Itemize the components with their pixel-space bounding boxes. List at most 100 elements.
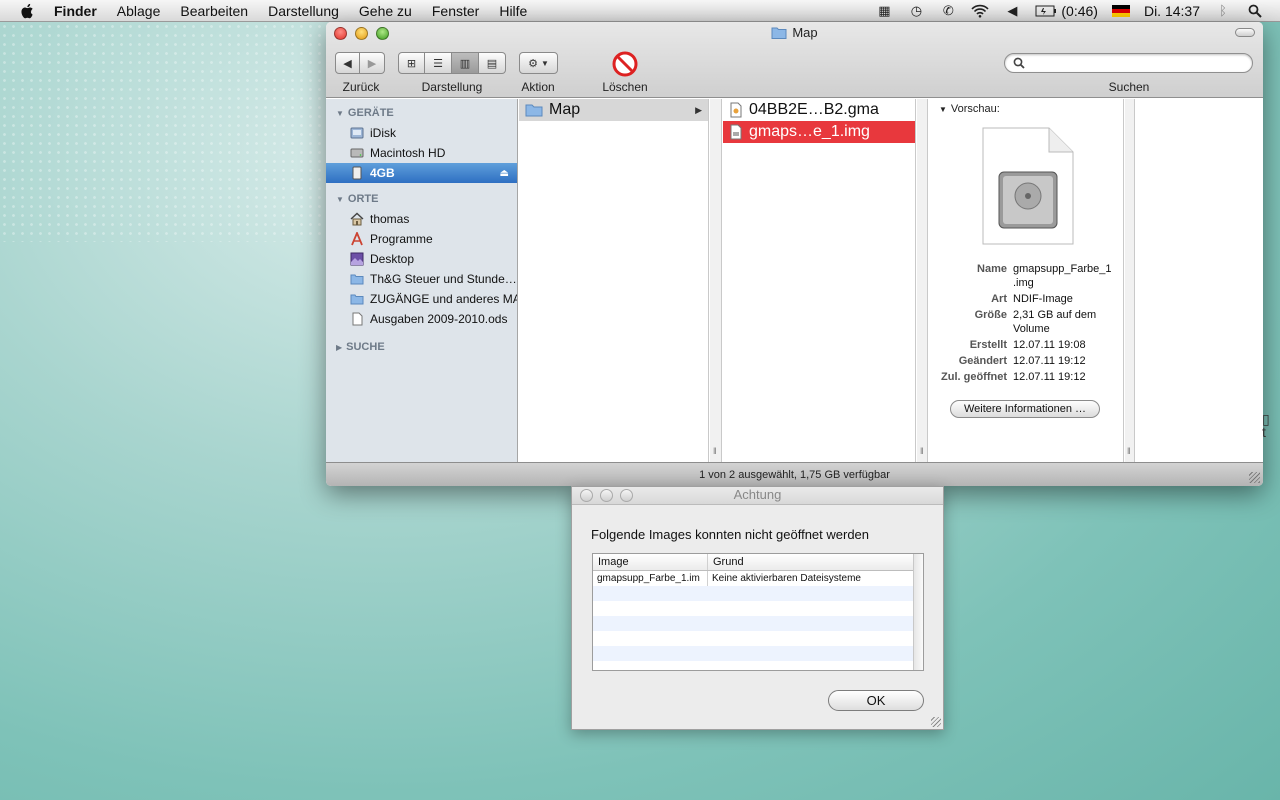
gear-icon: ⚙ (528, 57, 538, 70)
dialog-titlebar: Achtung (572, 487, 943, 505)
menu-finder[interactable]: Finder (54, 3, 107, 19)
search-label: Suchen (1108, 80, 1150, 94)
eject-icon[interactable]: ⏏ (500, 168, 509, 179)
menu-ablage[interactable]: Ablage (107, 3, 171, 19)
disclosure-triangle-right-icon: ▶ (336, 342, 343, 352)
sidebar-item-zugaenge[interactable]: ZUGÄNGE und anderes MAC (326, 289, 517, 309)
disclosure-triangle-icon: ▼ (939, 104, 947, 114)
time-machine-icon[interactable]: ◷ (907, 3, 925, 18)
sidebar-item-4gb[interactable]: 4GB ⏏ (326, 163, 517, 183)
table-header: Image Grund (593, 554, 923, 571)
preview-column: ▼ Vorschau: Name gmapsupp_Farbe_1 .img Art… (929, 99, 1124, 462)
column-divider[interactable] (1125, 99, 1135, 462)
sidebar-header-search[interactable]: ▶ SUCHE (326, 337, 517, 357)
table-cell: gmapsupp_Farbe_1.im (593, 571, 708, 586)
menu-gehe-zu[interactable]: Gehe zu (349, 3, 422, 19)
table-row-empty (593, 586, 923, 601)
wifi-icon[interactable] (971, 4, 989, 18)
search-input[interactable] (1029, 56, 1229, 70)
column-item-img-file[interactable]: gmaps…e_1.img (723, 121, 915, 143)
bluetooth-icon[interactable]: ᛒ (1214, 3, 1232, 18)
toolbar-toggle-button[interactable] (1235, 28, 1255, 37)
desktop-icon (350, 252, 364, 266)
sidebar-item-macintosh-hd[interactable]: Macintosh HD (326, 143, 517, 163)
sidebar-header-places[interactable]: ▼ ORTE (326, 189, 517, 209)
desktop-item-edge: ▯ t (1262, 411, 1270, 440)
info-key: Zul. geöffnet (941, 371, 1007, 383)
table-row-empty (593, 646, 923, 661)
usb-drive-icon (352, 166, 362, 180)
menu-hilfe[interactable]: Hilfe (489, 3, 537, 19)
column-divider[interactable] (710, 99, 722, 462)
dialog-close-button[interactable] (580, 489, 593, 502)
column-item-gma-file[interactable]: 04BB2E…B2.gma (723, 99, 915, 121)
more-info-button[interactable]: Weitere Informationen … (950, 400, 1100, 418)
sidebar-header-devices[interactable]: ▼ GERÄTE (326, 103, 517, 123)
column-header-grund[interactable]: Grund (708, 554, 912, 570)
phone-icon[interactable]: ✆ (939, 3, 957, 18)
preview-header[interactable]: ▼ Vorschau: (929, 99, 1123, 119)
ok-button[interactable]: OK (828, 690, 924, 711)
disk-image-icon (730, 124, 742, 140)
status-text: 1 von 2 ausgewählt, 1,75 GB verfügbar (699, 468, 890, 481)
column-item-map[interactable]: Map ▶ (519, 99, 708, 121)
menu-darstellung[interactable]: Darstellung (258, 3, 349, 19)
chevron-down-icon: ▼ (540, 58, 549, 68)
sidebar-item-ausgaben[interactable]: Ausgaben 2009-2010.ods (326, 309, 517, 329)
dialog-resize-grip[interactable] (931, 717, 941, 727)
info-value: 12.07.11 19:12 (1013, 355, 1086, 367)
info-value: 2,31 GB auf dem Volume (1013, 309, 1097, 335)
preview-info: Name gmapsupp_Farbe_1 .img Art NDIF-Image … (929, 262, 1124, 386)
browser-column-2: 04BB2E…B2.gma gmaps…e_1.img (723, 99, 916, 462)
menu-clock[interactable]: Di. 14:37 (1144, 3, 1200, 19)
file-icon (730, 102, 742, 118)
applications-icon (351, 232, 363, 246)
input-source-flag-icon[interactable] (1111, 4, 1130, 17)
icon-view-button[interactable]: ⊞ (398, 52, 425, 74)
apple-icon[interactable] (18, 2, 38, 20)
dialog-zoom-button[interactable] (620, 489, 633, 502)
document-icon (352, 312, 363, 326)
delete-icon[interactable] (612, 51, 638, 77)
info-key: Art (991, 293, 1007, 305)
forward-button[interactable]: ▶ (360, 52, 385, 74)
view-label: Darstellung (421, 80, 483, 94)
window-title: Map (326, 25, 1263, 40)
sidebar: ▼ GERÄTE iDisk Macintosh HD 4GB ⏏ ▼ ORTE t… (326, 99, 518, 462)
list-view-button[interactable]: ☰ (425, 52, 452, 74)
cover-flow-button[interactable]: ▤ (479, 52, 506, 74)
table-row-empty (593, 631, 923, 646)
display-icon[interactable]: ▦ (875, 3, 893, 18)
info-key: Erstellt (969, 339, 1007, 351)
sidebar-item-thomas[interactable]: thomas (326, 209, 517, 229)
sidebar-item-programme[interactable]: Programme (326, 229, 517, 249)
search-field[interactable] (1004, 53, 1253, 73)
resize-grip[interactable] (1249, 472, 1260, 483)
column-view-button[interactable]: ▥ (452, 52, 479, 74)
table-row[interactable]: gmapsupp_Farbe_1.im Keine aktivierbaren … (593, 571, 923, 586)
column-divider[interactable] (917, 99, 928, 462)
search-icon (1013, 57, 1025, 69)
sidebar-item-idisk[interactable]: iDisk (326, 123, 517, 143)
back-label: Zurück (342, 80, 380, 94)
info-value: 12.07.11 19:12 (1013, 371, 1086, 383)
sidebar-item-thg-steuer[interactable]: Th&G Steuer und Stunde… (326, 269, 517, 289)
menu-fenster[interactable]: Fenster (422, 3, 489, 19)
table-cell: Keine aktivierbaren Dateisysteme (712, 573, 861, 584)
sidebar-item-desktop[interactable]: Desktop (326, 249, 517, 269)
column-header-image[interactable]: Image (593, 554, 708, 570)
table-scrollbar[interactable] (913, 554, 923, 670)
table-row-empty (593, 616, 923, 631)
table-row-empty (593, 601, 923, 616)
dialog-minimize-button[interactable] (600, 489, 613, 502)
menu-bearbeiten[interactable]: Bearbeiten (170, 3, 258, 19)
battery-status[interactable]: (0:46) (1035, 3, 1098, 19)
spotlight-icon[interactable] (1246, 4, 1264, 18)
volume-icon[interactable]: ◀ (1003, 3, 1021, 18)
action-menu-button[interactable]: ⚙ ▼ (519, 52, 558, 74)
error-table: Image Grund gmapsupp_Farbe_1.im Keine ak… (592, 553, 924, 671)
alert-dialog: Achtung Folgende Images konnten nicht ge… (571, 486, 944, 730)
back-button[interactable]: ◀ (335, 52, 360, 74)
folder-icon (525, 104, 543, 117)
folder-icon (771, 27, 787, 39)
